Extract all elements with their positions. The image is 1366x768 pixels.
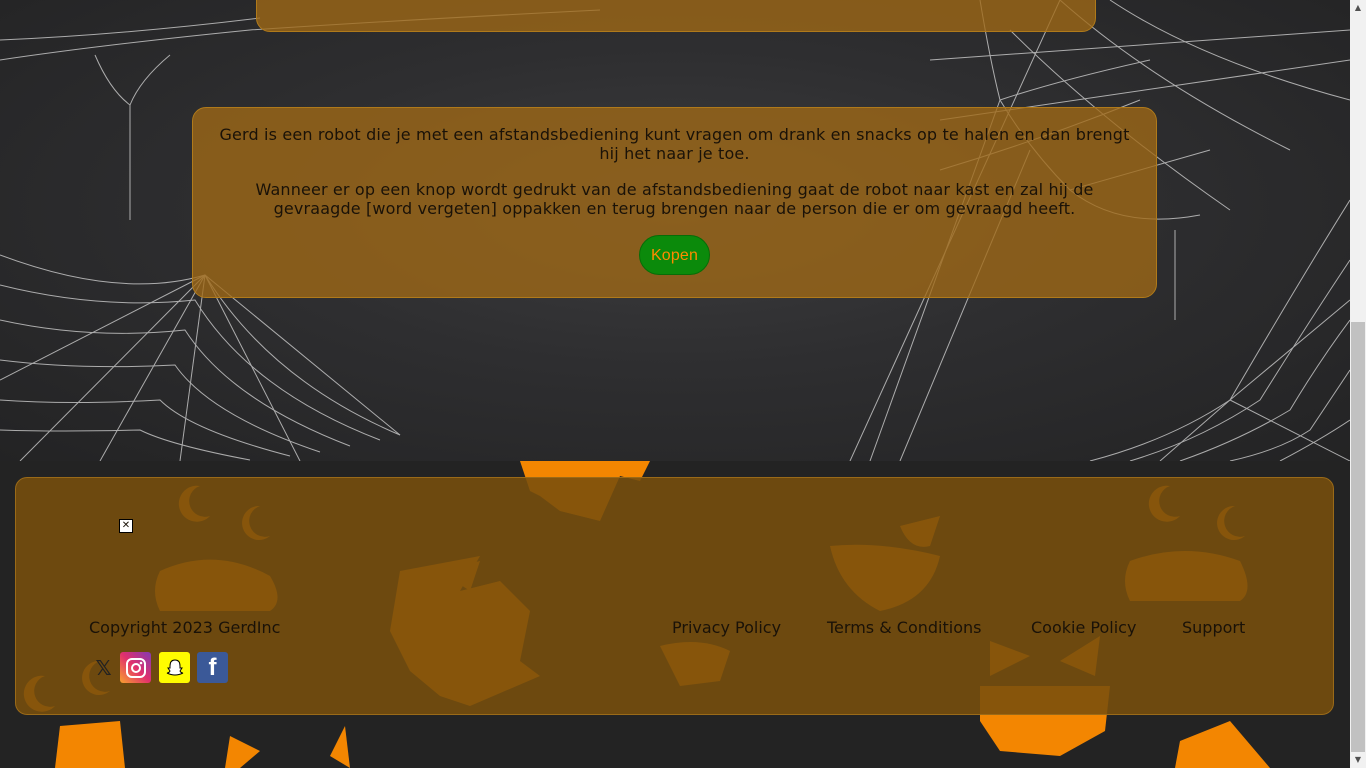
support-link[interactable]: Support bbox=[1182, 618, 1245, 637]
scrollbar-thumb[interactable] bbox=[1351, 322, 1365, 752]
terms-conditions-link[interactable]: Terms & Conditions bbox=[827, 618, 981, 637]
x-icon[interactable]: 𝕏 bbox=[88, 652, 119, 683]
scrollbar[interactable]: ▲ ▼ bbox=[1350, 0, 1366, 768]
buy-button[interactable]: Kopen bbox=[638, 235, 710, 275]
snapchat-icon[interactable] bbox=[159, 652, 190, 683]
cookie-policy-link[interactable]: Cookie Policy bbox=[1031, 618, 1136, 637]
product-description: Gerd is een robot die je met een afstand… bbox=[219, 125, 1130, 163]
previous-product-card bbox=[256, 0, 1096, 32]
copyright-text: Copyright 2023 GerdInc bbox=[89, 618, 281, 637]
scroll-down-arrow-icon[interactable]: ▼ bbox=[1350, 752, 1366, 768]
scroll-up-arrow-icon[interactable]: ▲ bbox=[1350, 0, 1366, 16]
facebook-icon[interactable]: f bbox=[197, 652, 228, 683]
privacy-policy-link[interactable]: Privacy Policy bbox=[672, 618, 781, 637]
product-details: Wanneer er op een knop wordt gedrukt van… bbox=[255, 180, 1094, 218]
footer: ✕ Copyright 2023 GerdInc Privacy Policy … bbox=[15, 477, 1334, 715]
page: Gerd is een robot die je met een afstand… bbox=[0, 0, 1350, 768]
product-card: Gerd is een robot die je met een afstand… bbox=[192, 107, 1157, 298]
instagram-icon[interactable] bbox=[120, 652, 151, 683]
broken-image-icon: ✕ bbox=[119, 519, 133, 533]
